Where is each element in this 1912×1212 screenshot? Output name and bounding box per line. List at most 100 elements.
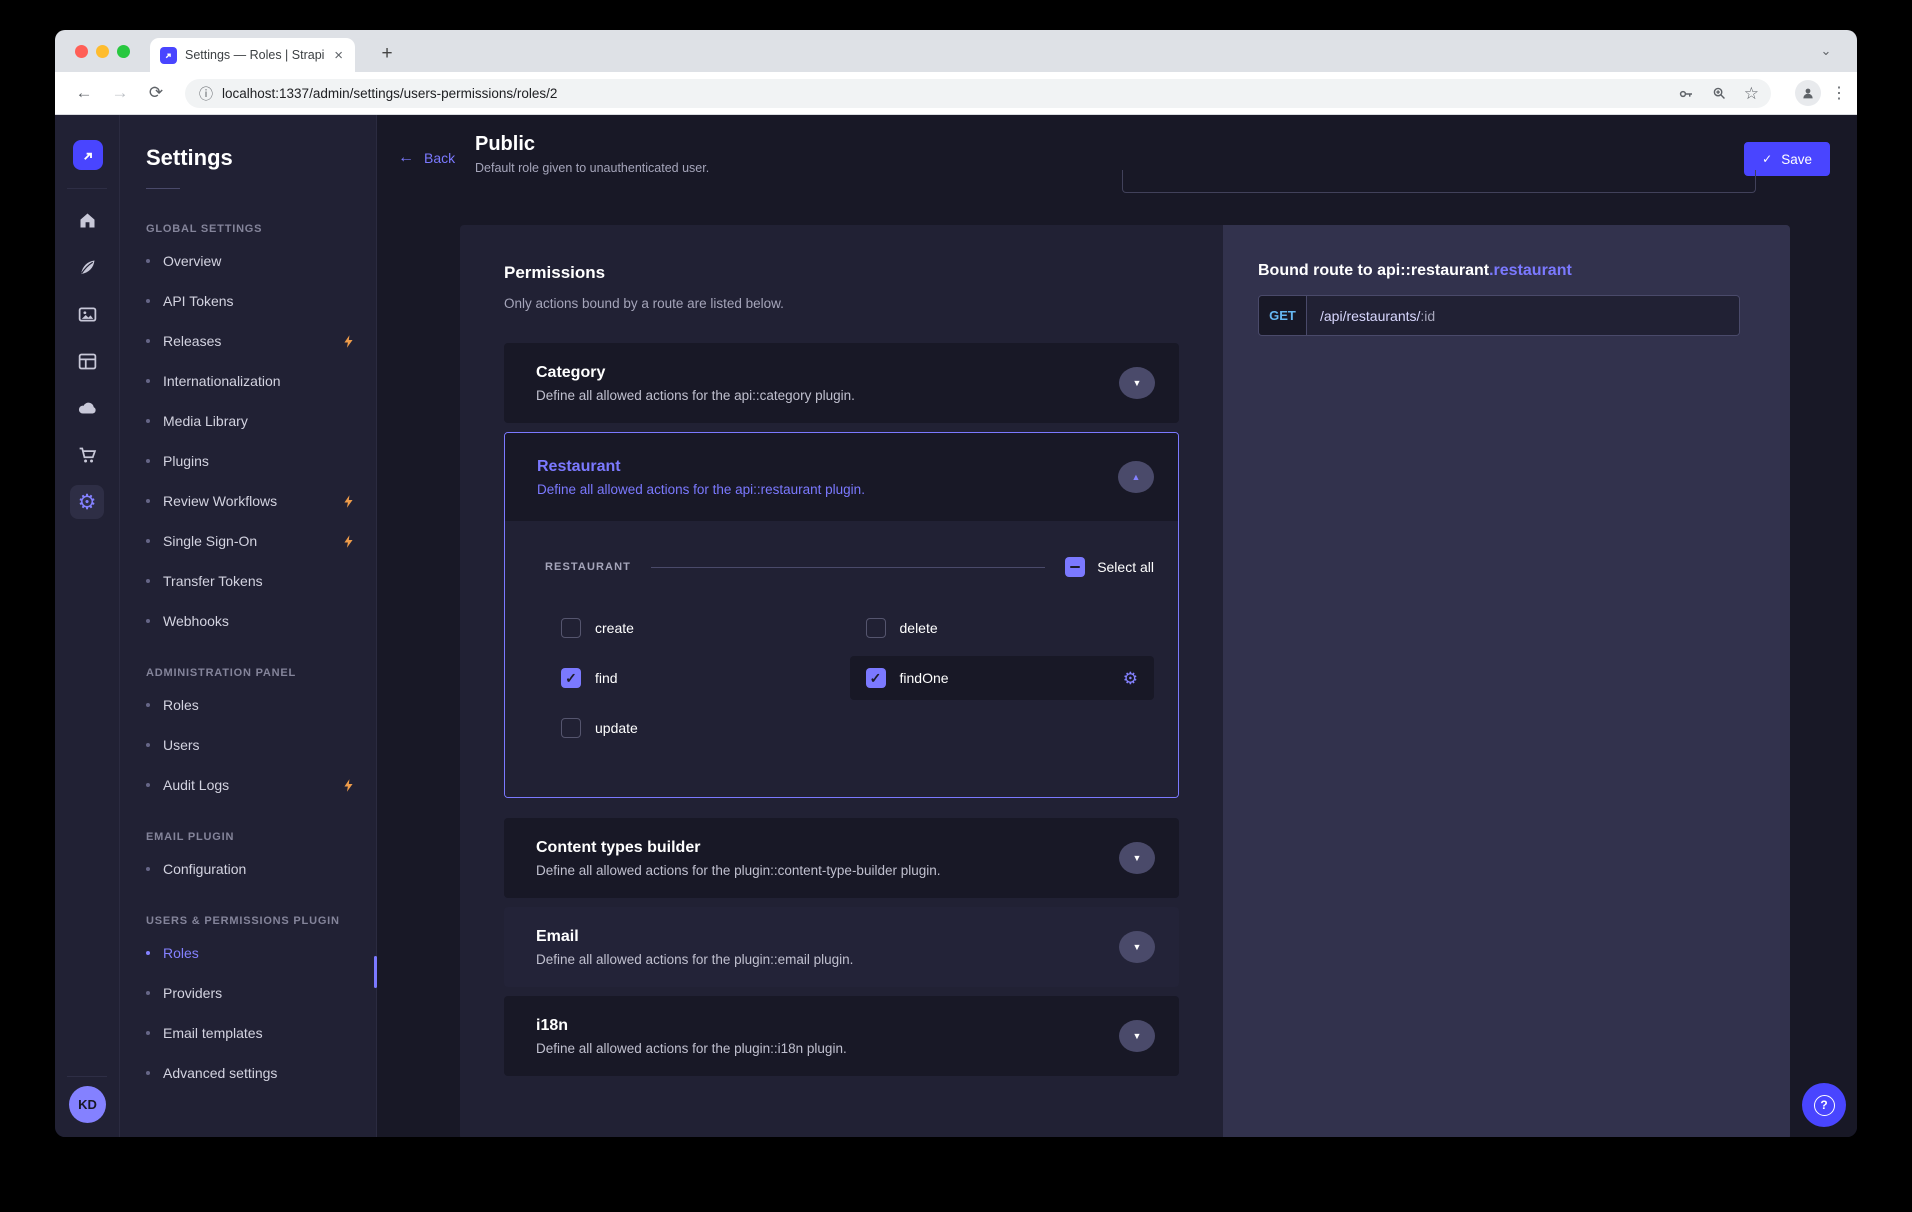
chevron-down-icon: ▼ bbox=[1133, 1031, 1142, 1041]
tab-strip: Settings — Roles | Strapi × + ⌄ bbox=[55, 30, 1857, 72]
accordion-expand-button[interactable]: ▼ bbox=[1119, 931, 1155, 963]
sidebar-item-advanced-settings[interactable]: Advanced settings bbox=[146, 1053, 376, 1093]
rail-content-type-builder-icon[interactable] bbox=[70, 344, 104, 378]
browser-window: Settings — Roles | Strapi × + ⌄ ← → ⟳ ⓘ … bbox=[55, 30, 1857, 1137]
sidebar-item-releases[interactable]: Releases bbox=[146, 321, 376, 361]
sidebar-item-overview[interactable]: Overview bbox=[146, 241, 376, 281]
url-bar[interactable]: ⓘ localhost:1337/admin/settings/users-pe… bbox=[185, 79, 1771, 108]
accordion-description: Define all allowed actions for the api::… bbox=[536, 388, 855, 403]
premium-bolt-icon bbox=[341, 778, 356, 793]
sidebar-item-review-workflows[interactable]: Review Workflows bbox=[146, 481, 376, 521]
sidebar-item-users[interactable]: Users bbox=[146, 725, 376, 765]
findOne-checkbox[interactable]: ✓ bbox=[866, 668, 886, 688]
rail-media-library-icon[interactable] bbox=[70, 297, 104, 331]
tab-title: Settings — Roles | Strapi bbox=[185, 48, 324, 62]
site-info-icon[interactable]: ⓘ bbox=[199, 84, 213, 104]
browser-tab[interactable]: Settings — Roles | Strapi × bbox=[150, 38, 355, 72]
sidebar-item-label: Audit Logs bbox=[163, 777, 328, 793]
back-link[interactable]: ← Back bbox=[398, 149, 455, 167]
accordion-description: Define all allowed actions for the plugi… bbox=[536, 1041, 847, 1056]
zoom-icon[interactable] bbox=[1711, 85, 1728, 102]
bound-route-title-accent: .restaurant bbox=[1489, 262, 1572, 279]
action-label-update: update bbox=[595, 720, 638, 736]
page-subtitle: Default role given to unauthenticated us… bbox=[475, 161, 709, 175]
sidebar-item-label: Transfer Tokens bbox=[163, 573, 356, 589]
select-all-label: Select all bbox=[1097, 559, 1154, 575]
nav-section-header: EMAIL PLUGIN bbox=[146, 831, 376, 843]
browser-back-button[interactable]: ← bbox=[69, 78, 99, 108]
accordion-header-email[interactable]: EmailDefine all allowed actions for the … bbox=[504, 907, 1179, 987]
strapi-favicon-icon bbox=[160, 47, 177, 64]
window-controls[interactable] bbox=[75, 45, 130, 58]
bullet-icon bbox=[146, 379, 150, 383]
browser-profile-avatar[interactable] bbox=[1795, 80, 1821, 106]
accordion-header-category[interactable]: Category Define all allowed actions for t… bbox=[504, 343, 1179, 423]
browser-forward-button[interactable]: → bbox=[105, 78, 135, 108]
bullet-icon bbox=[146, 419, 150, 423]
strapi-logo[interactable] bbox=[73, 140, 103, 170]
password-key-icon[interactable] bbox=[1677, 85, 1695, 103]
sidebar-item-internationalization[interactable]: Internationalization bbox=[146, 361, 376, 401]
nav-section-header: GLOBAL SETTINGS bbox=[146, 223, 376, 235]
sidebar-item-configuration[interactable]: Configuration bbox=[146, 849, 376, 889]
maximize-window-button[interactable] bbox=[117, 45, 130, 58]
bullet-icon bbox=[146, 991, 150, 995]
new-tab-button[interactable]: + bbox=[373, 40, 401, 68]
accordion-expand-button[interactable]: ▼ bbox=[1119, 842, 1155, 874]
sidebar-item-roles[interactable]: Roles bbox=[146, 933, 376, 973]
delete-checkbox[interactable] bbox=[866, 618, 886, 638]
chevron-down-icon: ▼ bbox=[1133, 853, 1142, 863]
sidebar-item-roles[interactable]: Roles bbox=[146, 685, 376, 725]
accordion-title: Category bbox=[536, 364, 855, 382]
create-checkbox[interactable] bbox=[561, 618, 581, 638]
sidebar-item-email-templates[interactable]: Email templates bbox=[146, 1013, 376, 1053]
accordion-header-i18n[interactable]: i18nDefine all allowed actions for the p… bbox=[504, 996, 1179, 1076]
save-button[interactable]: ✓ Save bbox=[1744, 142, 1830, 176]
accordion-collapse-button[interactable]: ▲ bbox=[1118, 461, 1154, 493]
sidebar-item-media-library[interactable]: Media Library bbox=[146, 401, 376, 441]
sidebar-item-transfer-tokens[interactable]: Transfer Tokens bbox=[146, 561, 376, 601]
bullet-icon bbox=[146, 703, 150, 707]
sidebar-item-providers[interactable]: Providers bbox=[146, 973, 376, 1013]
advanced-settings-gear-icon[interactable]: ⚙ bbox=[1123, 670, 1138, 687]
bullet-icon bbox=[146, 619, 150, 623]
permissions-title: Permissions bbox=[504, 263, 1179, 283]
tab-search-chevron-icon[interactable]: ⌄ bbox=[1813, 38, 1839, 64]
bookmark-star-icon[interactable]: ☆ bbox=[1744, 84, 1759, 104]
subnav-divider bbox=[146, 188, 180, 189]
accordion-description: Define all allowed actions for the api::… bbox=[537, 482, 865, 497]
main-content: ← Back Public Default role given to unau… bbox=[377, 115, 1857, 1137]
browser-menu-icon[interactable]: ⋮ bbox=[1831, 83, 1847, 103]
sidebar-item-api-tokens[interactable]: API Tokens bbox=[146, 281, 376, 321]
user-avatar[interactable]: KD bbox=[69, 1086, 106, 1123]
rail-settings-icon[interactable]: ⚙ bbox=[70, 485, 104, 519]
sidebar-item-webhooks[interactable]: Webhooks bbox=[146, 601, 376, 641]
rail-content-manager-icon[interactable] bbox=[70, 250, 104, 284]
accordion-expand-button[interactable]: ▼ bbox=[1119, 367, 1155, 399]
accordion-title: Restaurant bbox=[537, 458, 865, 476]
main-nav-rail: ⚙ KD bbox=[55, 115, 120, 1137]
sidebar-item-plugins[interactable]: Plugins bbox=[146, 441, 376, 481]
minimize-window-button[interactable] bbox=[96, 45, 109, 58]
sidebar-item-label: Releases bbox=[163, 333, 328, 349]
help-button[interactable]: ? bbox=[1802, 1083, 1846, 1127]
close-window-button[interactable] bbox=[75, 45, 88, 58]
accordion-header-content-types-builder[interactable]: Content types builderDefine all allowed … bbox=[504, 818, 1179, 898]
accordion-header-restaurant[interactable]: Restaurant Define all allowed actions for… bbox=[505, 433, 1178, 521]
rail-home-icon[interactable] bbox=[70, 203, 104, 237]
bullet-icon bbox=[146, 579, 150, 583]
select-all-checkbox[interactable] bbox=[1065, 557, 1085, 577]
sidebar-item-single-sign-on[interactable]: Single Sign-On bbox=[146, 521, 376, 561]
action-label-findone: findOne bbox=[900, 670, 949, 686]
rail-deploy-icon[interactable] bbox=[70, 391, 104, 425]
sidebar-item-audit-logs[interactable]: Audit Logs bbox=[146, 765, 376, 805]
tab-close-icon[interactable]: × bbox=[332, 47, 345, 64]
browser-reload-button[interactable]: ⟳ bbox=[141, 78, 171, 108]
sidebar-item-label: Configuration bbox=[163, 861, 356, 877]
update-checkbox[interactable] bbox=[561, 718, 581, 738]
rail-divider bbox=[67, 188, 107, 189]
sidebar-item-label: Internationalization bbox=[163, 373, 356, 389]
accordion-expand-button[interactable]: ▼ bbox=[1119, 1020, 1155, 1052]
rail-marketplace-icon[interactable] bbox=[70, 438, 104, 472]
find-checkbox[interactable]: ✓ bbox=[561, 668, 581, 688]
